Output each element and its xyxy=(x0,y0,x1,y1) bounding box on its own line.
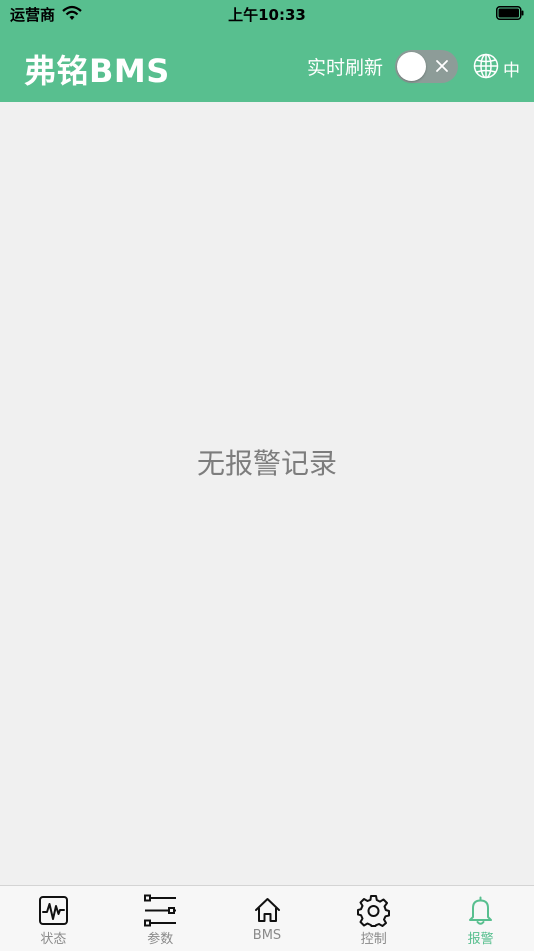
battery-icon xyxy=(496,6,524,20)
realtime-refresh-toggle[interactable] xyxy=(395,50,458,83)
status-bar: 运营商 上午10:33 xyxy=(0,0,534,30)
sliders-icon xyxy=(143,894,176,927)
tab-label: 控制 xyxy=(360,932,387,947)
tab-label: 状态 xyxy=(40,932,67,947)
status-time: 上午10:33 xyxy=(228,6,306,24)
realtime-refresh-label: 实时刷新 xyxy=(307,57,384,79)
tab-label: 参数 xyxy=(147,932,174,947)
bottom-tab-bar: 状态 参数 BMS 控制 报警 xyxy=(0,885,534,951)
tab-control[interactable]: 控制 xyxy=(320,886,427,951)
tab-params[interactable]: 参数 xyxy=(107,886,214,951)
app-header: 弗铭BMS 实时刷新 中 xyxy=(0,30,534,102)
home-icon xyxy=(254,898,280,922)
tab-label: 报警 xyxy=(467,932,494,947)
alarm-list-area: 无报警记录 xyxy=(0,102,534,885)
bell-icon xyxy=(469,896,493,925)
tab-status[interactable]: 状态 xyxy=(0,886,107,951)
monitor-icon xyxy=(39,896,68,925)
empty-state-message: 无报警记录 xyxy=(196,447,337,480)
tab-bms[interactable]: BMS xyxy=(214,886,321,951)
gear-icon xyxy=(357,895,391,927)
toggle-knob xyxy=(397,52,426,81)
app-title: 弗铭BMS xyxy=(24,52,170,90)
close-icon xyxy=(436,60,448,72)
tab-alarms[interactable]: 报警 xyxy=(427,886,534,951)
globe-icon[interactable] xyxy=(473,53,499,79)
language-label[interactable]: 中 xyxy=(503,56,520,81)
tab-label: BMS xyxy=(252,928,282,943)
